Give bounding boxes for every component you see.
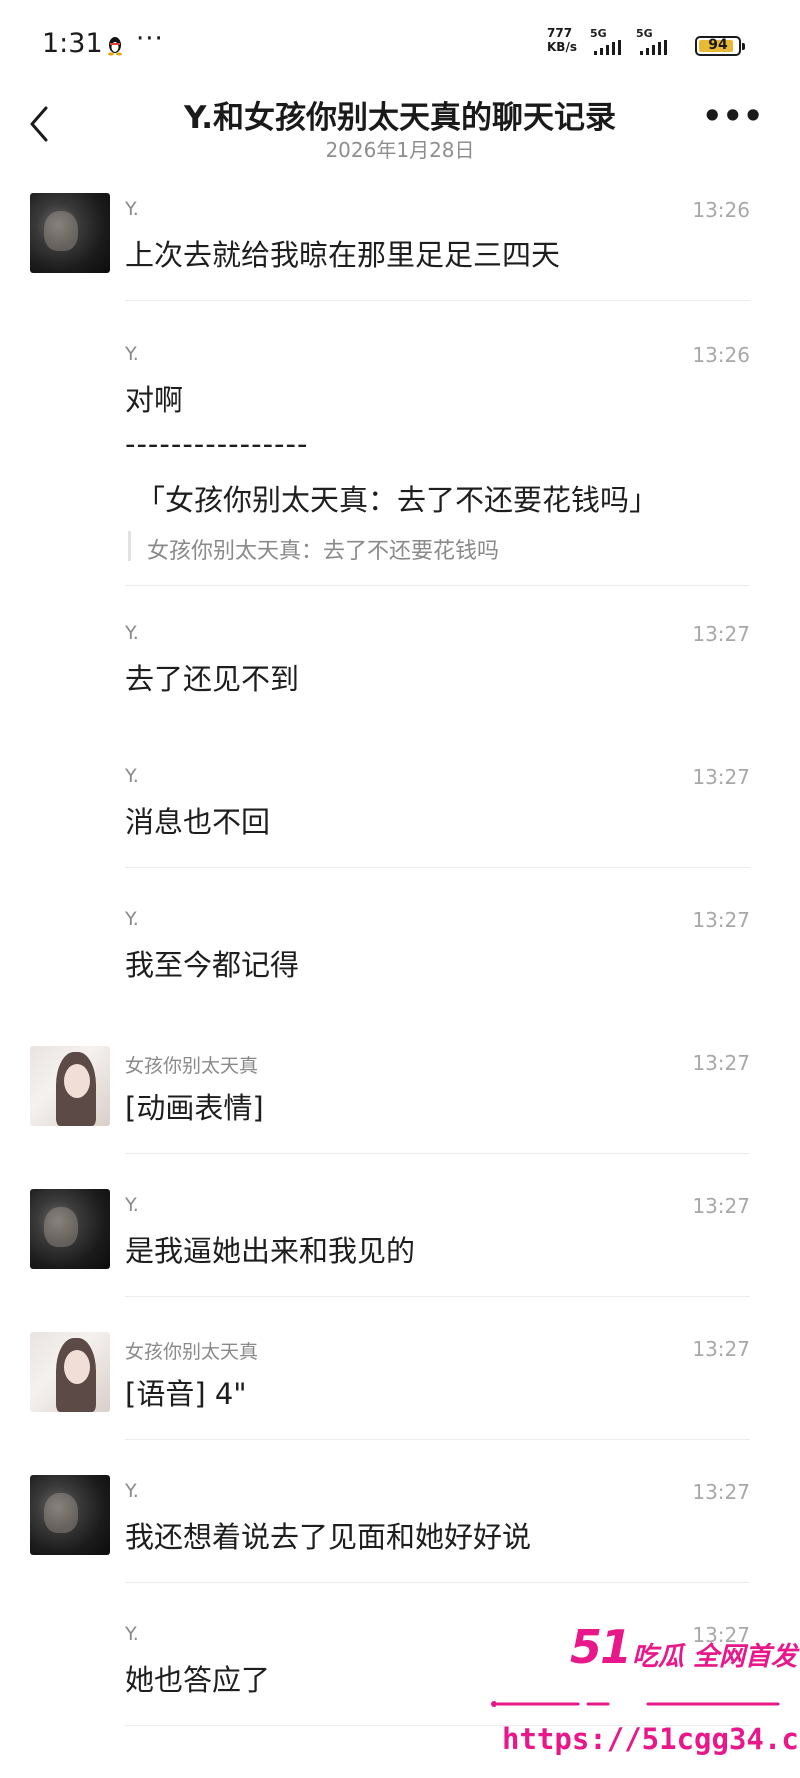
- avatar[interactable]: [30, 1332, 110, 1412]
- message-divider: [125, 867, 750, 868]
- avatar[interactable]: [30, 193, 110, 273]
- message-sender: Y.: [125, 198, 139, 220]
- message-time: 13:27: [692, 1480, 750, 1504]
- status-more-dots: ···: [136, 24, 164, 54]
- chevron-left-icon: [30, 106, 48, 142]
- net-speed-value: 777: [547, 26, 573, 40]
- watermark-tagline: 吃瓜 全网首发: [632, 1642, 798, 1672]
- more-options-button[interactable]: •••: [702, 100, 763, 136]
- signal-bars-icon: [594, 40, 621, 55]
- signal-2: 5G: [636, 27, 672, 56]
- signal-1-label: 5G: [590, 27, 607, 40]
- message-divider: [125, 1582, 750, 1583]
- message-sender: Y.: [125, 765, 139, 787]
- message-time: 13:27: [692, 1194, 750, 1218]
- message-sender: Y.: [125, 343, 139, 365]
- avatar[interactable]: [30, 1475, 110, 1555]
- signal-bars-icon: [640, 40, 667, 55]
- battery-percent: 94: [708, 37, 728, 53]
- voice-message[interactable]: [语音] 4": [125, 1371, 247, 1413]
- message-sender: Y.: [125, 1480, 139, 1502]
- message-text: 上次去就给我晾在那里足足三四天: [125, 238, 561, 272]
- message-text: [动画表情]: [125, 1091, 264, 1125]
- chat-record-header: Y.和女孩你别太天真的聊天记录 2026年1月28日 •••: [0, 86, 800, 166]
- quote-bar: [128, 531, 131, 561]
- message-sender: Y.: [125, 1623, 139, 1645]
- message-sender: 女孩你别太天真: [125, 1055, 259, 1077]
- message-divider: [125, 1439, 750, 1440]
- message-divider: [125, 1296, 750, 1297]
- signal-1: 5G: [590, 27, 626, 56]
- message-sender: Y.: [125, 1194, 139, 1216]
- message-divider: [125, 300, 750, 301]
- message-text: 她也答应了: [125, 1663, 271, 1697]
- message-sender: Y.: [125, 908, 139, 930]
- watermark-speed-lines: [491, 1701, 780, 1707]
- message-time: 13:26: [692, 343, 750, 367]
- qq-penguin-icon: [108, 37, 122, 56]
- message-text: 是我逼她出来和我见的: [125, 1234, 416, 1268]
- record-date: 2026年1月28日: [325, 138, 475, 162]
- message-divider: [125, 585, 750, 586]
- message-time: 13:27: [692, 765, 750, 789]
- net-speed: 777 KB/s: [547, 26, 587, 54]
- reply-quoted-text: 「女孩你别太天真：去了不还要花钱吗」: [136, 483, 659, 517]
- message-text: 去了还见不到: [125, 662, 300, 696]
- watermark-logo-number: 51: [570, 1620, 632, 1674]
- message-time: 13:26: [692, 198, 750, 222]
- message-sender: Y.: [125, 622, 139, 644]
- net-speed-unit: KB/s: [547, 40, 577, 54]
- message-time: 13:27: [692, 1051, 750, 1075]
- message-sender: 女孩你别太天真: [125, 1341, 259, 1363]
- message-text: 我至今都记得: [125, 948, 300, 982]
- status-bar: 1:31 ··· 777 KB/s 5G 5G 94: [0, 0, 800, 96]
- back-button[interactable]: [22, 100, 62, 144]
- quoted-message[interactable]: 女孩你别太天真：去了不还要花钱吗: [147, 533, 499, 565]
- message-divider: [125, 1153, 750, 1154]
- message-time: 13:27: [692, 1337, 750, 1361]
- avatar[interactable]: [30, 1189, 110, 1269]
- avatar[interactable]: [30, 1046, 110, 1126]
- page-title: Y.和女孩你别太天真的聊天记录: [183, 100, 617, 136]
- message-time: 13:27: [692, 908, 750, 932]
- battery-icon: 94: [695, 36, 745, 56]
- message-text: 消息也不回: [125, 805, 271, 839]
- battery-nub: [742, 43, 745, 50]
- watermark-url: https://51cgg34.com: [502, 1722, 800, 1756]
- message-time: 13:27: [692, 622, 750, 646]
- reply-separator: ----------------: [125, 427, 309, 461]
- message-text: 对啊: [125, 383, 184, 417]
- signal-2-label: 5G: [636, 27, 653, 40]
- message-text: 我还想着说去了见面和她好好说: [125, 1520, 532, 1554]
- status-time: 1:31: [42, 28, 103, 59]
